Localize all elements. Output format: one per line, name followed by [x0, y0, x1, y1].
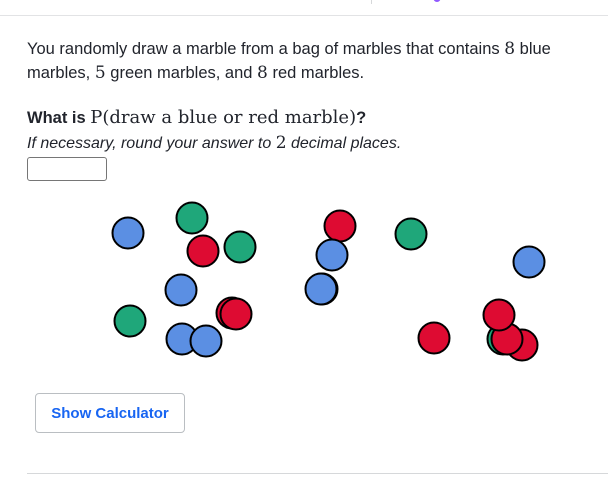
question-red-text: red marbles. [267, 64, 365, 82]
prompt-end: ? [356, 109, 367, 127]
marble-bag-illustration [111, 201, 546, 362]
red-count: 8 [257, 63, 268, 83]
question-prompt: What is P(draw a blue or red marble)? [27, 106, 366, 130]
green-marble [113, 304, 147, 338]
question-pre: You randomly draw a marble from a bag of… [27, 40, 505, 58]
red-marble [482, 298, 516, 332]
green-marble [223, 230, 257, 264]
red-marble [417, 321, 451, 355]
green-count: 5 [94, 63, 106, 83]
blue-marble [164, 273, 198, 307]
answer-input[interactable] [27, 157, 107, 181]
instruction-post: decimal places. [286, 135, 402, 152]
top-divider [0, 15, 608, 16]
rounding-instruction: If necessary, round your answer to 2 dec… [27, 131, 401, 156]
blue-marble [304, 272, 338, 306]
probability-expression: P(draw a blue or red marble) [90, 107, 357, 128]
prompt-lead: What is [27, 109, 91, 127]
blue-marble [189, 324, 223, 358]
blue-count: 8 [504, 39, 516, 59]
bottom-divider [27, 473, 608, 474]
red-marble [219, 297, 253, 331]
decimal-places: 2 [275, 133, 287, 153]
red-marble [186, 234, 220, 268]
green-marble [175, 201, 209, 235]
top-tick-mark [371, 0, 372, 4]
question-text: You randomly draw a marble from a bag of… [27, 37, 597, 85]
blue-marble [315, 238, 349, 272]
question-green-text: green marbles, and [105, 64, 258, 82]
instruction-pre: If necessary, round your answer to [27, 135, 276, 152]
top-badge-icon [433, 0, 441, 2]
red-marble [323, 209, 357, 243]
green-marble [394, 217, 428, 251]
blue-marble [512, 245, 546, 279]
exercise-page: You randomly draw a marble from a bag of… [0, 0, 608, 504]
show-calculator-button[interactable]: Show Calculator [35, 393, 185, 433]
blue-marble [111, 216, 145, 250]
